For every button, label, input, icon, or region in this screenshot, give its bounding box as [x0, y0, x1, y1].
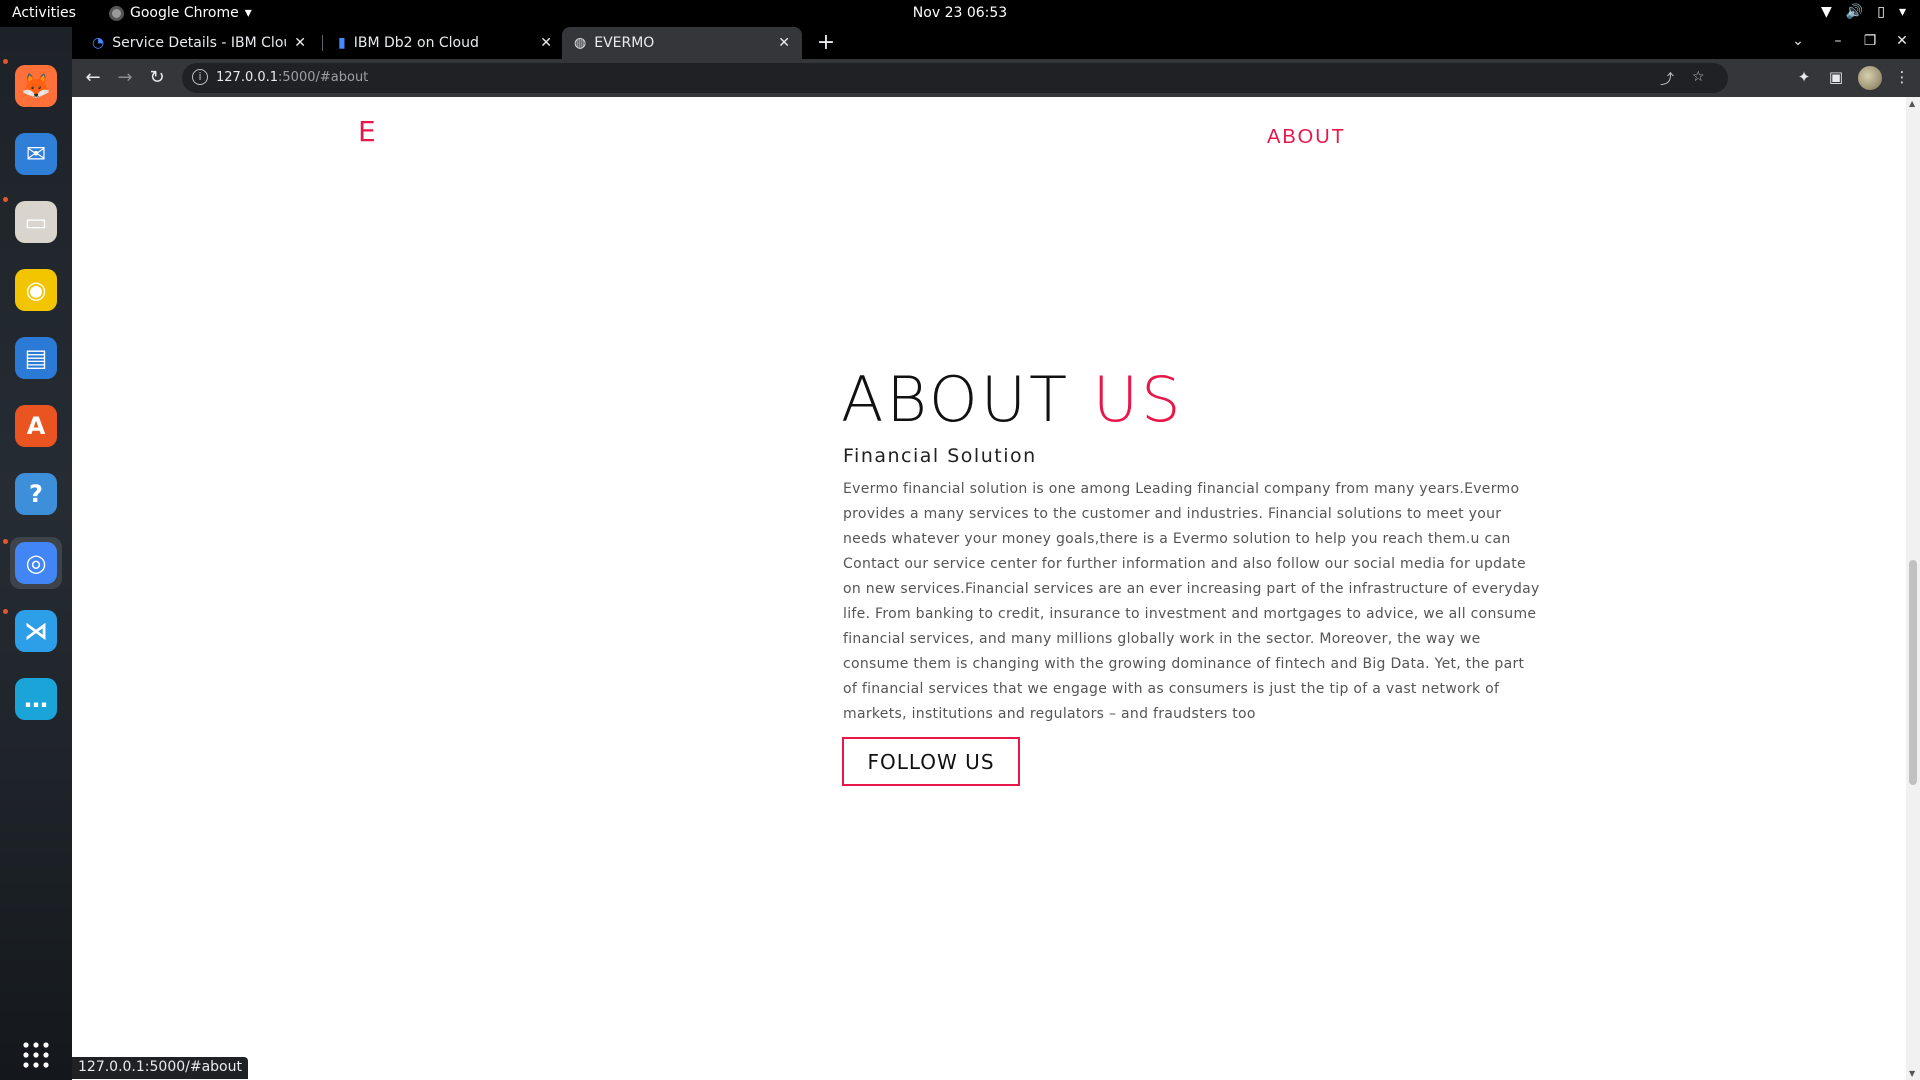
vscode-icon-glyph: ⋊ — [15, 610, 57, 652]
browser-toolbar: ← → ↻ i 127.0.0.1:5000/#about ⤴ ☆ ✦ ▣ ⋮ — [72, 59, 1920, 97]
rhythmbox-icon-glyph: ◉ — [15, 269, 57, 311]
help-icon[interactable]: ? — [10, 468, 62, 520]
show-apps-icon[interactable] — [10, 1029, 62, 1080]
scroll-up-icon[interactable]: ▲ — [1909, 99, 1915, 108]
maximize-icon[interactable]: ❐ — [1860, 33, 1880, 49]
forward-icon[interactable]: → — [114, 67, 136, 89]
chrome-icon-glyph: ◎ — [15, 542, 57, 584]
running-indicator — [3, 59, 8, 64]
address-bar[interactable]: i 127.0.0.1:5000/#about ⤴ ☆ — [182, 63, 1728, 93]
db2-icon: ▮ — [338, 35, 346, 51]
vscode-icon[interactable]: ⋊ — [10, 605, 62, 657]
activities-button[interactable]: Activities — [12, 5, 76, 21]
tab-search-icon[interactable]: ⌄ — [1788, 33, 1808, 49]
software-icon[interactable]: A — [10, 400, 62, 452]
running-indicator — [3, 197, 8, 202]
chat-icon[interactable]: … — [10, 673, 62, 725]
tab-title: EVERMO — [594, 35, 655, 51]
url-host: 127.0.0.1 — [216, 70, 279, 85]
battery-icon: ▯ — [1877, 4, 1885, 20]
close-tab-icon[interactable]: ✕ — [294, 35, 306, 51]
tab-title: Service Details - IBM Cloud — [112, 35, 287, 51]
address-url[interactable]: 127.0.0.1:5000/#about — [216, 70, 368, 85]
app-menu-label: Google Chrome — [130, 5, 239, 21]
writer-icon-glyph: ▤ — [15, 337, 57, 379]
help-icon-glyph: ? — [15, 473, 57, 515]
site-info-icon[interactable]: i — [192, 69, 208, 85]
site-logo[interactable]: E — [358, 115, 376, 148]
page-viewport: E ABOUT ABOUT US Financial Solution Ever… — [72, 97, 1920, 1080]
writer-icon[interactable]: ▤ — [10, 332, 62, 384]
files-icon[interactable]: ▭ — [10, 196, 62, 248]
profile-avatar[interactable] — [1858, 66, 1882, 90]
tab-strip: ◔ Service Details - IBM Cloud ✕ ▮ IBM Db… — [72, 27, 1920, 59]
close-tab-icon[interactable]: ✕ — [778, 35, 790, 51]
about-heading: ABOUT US — [841, 363, 1183, 436]
ibm-cloud-icon: ◔ — [92, 35, 105, 51]
tab-ibm-cloud[interactable]: ◔ Service Details - IBM Cloud ✕ — [80, 27, 318, 59]
tab-separator — [322, 35, 323, 51]
new-tab-button[interactable]: + — [812, 29, 840, 57]
tab-title: IBM Db2 on Cloud — [353, 35, 479, 51]
running-indicator — [3, 539, 8, 544]
share-icon[interactable]: ⤴ — [1660, 69, 1674, 89]
apps-grid-icon — [23, 1042, 49, 1068]
reload-icon[interactable]: ↻ — [146, 67, 168, 89]
firefox-icon-glyph: 🦊 — [15, 65, 57, 107]
dock: 🦊 ✉ ▭ ◉ ▤ A? ◎ ⋊ … — [0, 27, 72, 1080]
window-close-icon[interactable]: ✕ — [1892, 33, 1912, 49]
link-status-bubble: 127.0.0.1:5000/#about — [72, 1057, 248, 1079]
caret-down-icon: ▾ — [244, 5, 252, 21]
url-path: :5000/#about — [278, 70, 369, 85]
extensions-icon[interactable]: ✦ — [1794, 68, 1814, 86]
running-indicator — [3, 609, 8, 614]
scroll-down-icon[interactable]: ▼ — [1909, 1069, 1915, 1078]
app-menu[interactable]: Google Chrome ▾ — [109, 5, 252, 21]
browser-window: ◔ Service Details - IBM Cloud ✕ ▮ IBM Db… — [72, 27, 1920, 1080]
system-tray[interactable]: ▼ 🔊 ▯ ▾ — [1821, 4, 1906, 20]
software-icon-glyph: A — [15, 405, 57, 447]
follow-us-button[interactable]: FOLLOW US — [842, 737, 1020, 786]
about-subtitle: Financial Solution — [843, 445, 1037, 467]
volume-icon: 🔊 — [1845, 4, 1864, 20]
thunderbird-icon[interactable]: ✉ — [10, 128, 62, 180]
system-top-bar: Activities Google Chrome ▾ Nov 23 06:53 … — [0, 0, 1920, 27]
nav-about-link[interactable]: ABOUT — [1267, 126, 1346, 149]
tray-menu-icon: ▾ — [1898, 4, 1906, 20]
chrome-icon[interactable]: ◎ — [10, 537, 62, 589]
chrome-small-icon — [109, 5, 124, 21]
minimize-icon[interactable]: – — [1828, 33, 1848, 49]
close-tab-icon[interactable]: ✕ — [540, 35, 552, 51]
side-panel-icon[interactable]: ▣ — [1826, 68, 1846, 86]
clock[interactable]: Nov 23 06:53 — [0, 5, 1920, 21]
back-icon[interactable]: ← — [82, 67, 104, 89]
wifi-icon: ▼ — [1821, 4, 1832, 20]
tab-evermo[interactable]: ◍ EVERMO ✕ — [562, 27, 802, 59]
page-scrollbar[interactable]: ▲ ▼ — [1906, 97, 1920, 1080]
globe-icon: ◍ — [574, 35, 587, 51]
chat-icon-glyph: … — [15, 678, 57, 720]
about-heading-accent: US — [1092, 363, 1184, 436]
menu-kebab-icon[interactable]: ⋮ — [1892, 68, 1912, 86]
about-paragraph: Evermo financial solution is one among L… — [843, 481, 1540, 722]
scrollbar-thumb[interactable] — [1909, 560, 1917, 785]
about-heading-main: ABOUT — [841, 363, 1070, 436]
files-icon-glyph: ▭ — [15, 201, 57, 243]
tab-db2[interactable]: ▮ IBM Db2 on Cloud ✕ — [326, 27, 564, 59]
bookmark-star-icon[interactable]: ☆ — [1692, 69, 1705, 85]
firefox-icon[interactable]: 🦊 — [10, 60, 62, 112]
rhythmbox-icon[interactable]: ◉ — [10, 264, 62, 316]
thunderbird-icon-glyph: ✉ — [15, 133, 57, 175]
